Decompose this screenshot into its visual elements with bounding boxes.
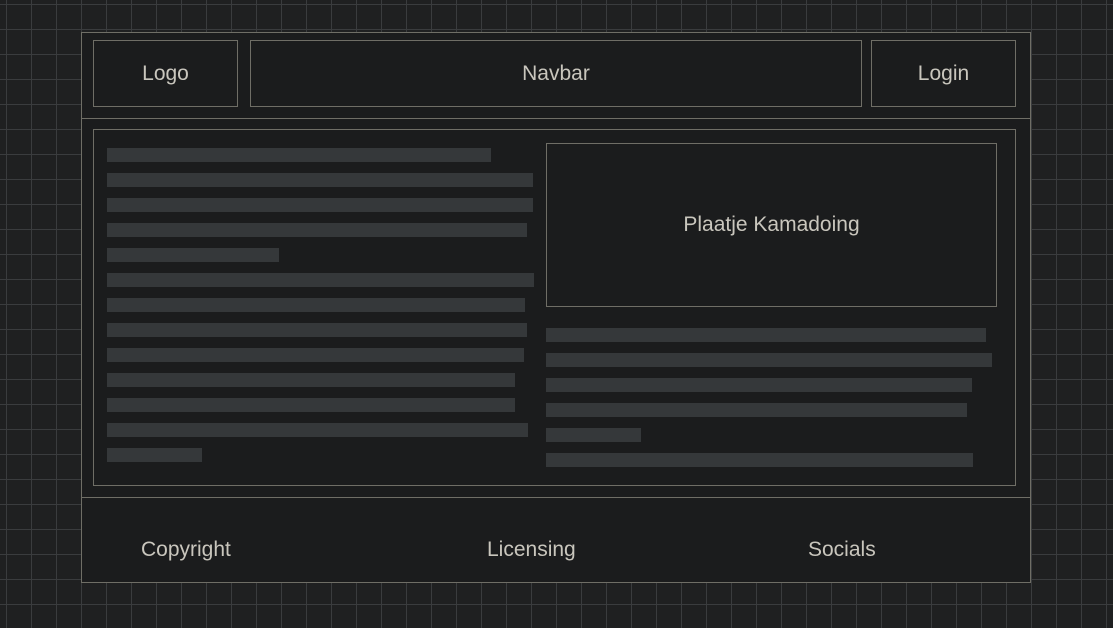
login-label: Login — [917, 61, 970, 85]
text-line-placeholder — [107, 298, 525, 312]
logo-label: Logo — [142, 61, 189, 85]
header-divider — [82, 118, 1030, 119]
text-line-placeholder — [546, 378, 972, 392]
wireframe-frame: Logo Navbar Login Plaatje Kamadoing Copy… — [81, 32, 1031, 583]
text-line-placeholder — [107, 448, 202, 462]
navbar-label: Navbar — [522, 61, 590, 85]
text-line-placeholder — [107, 248, 279, 262]
text-line-placeholder — [107, 373, 515, 387]
login-box[interactable]: Login — [871, 40, 1016, 107]
text-line-placeholder — [107, 348, 524, 362]
text-line-placeholder — [107, 198, 533, 212]
footer-licensing[interactable]: Licensing — [487, 539, 576, 560]
footer-socials[interactable]: Socials — [808, 539, 876, 560]
text-line-placeholder — [107, 398, 515, 412]
navbar-box[interactable]: Navbar — [250, 40, 862, 107]
text-line-placeholder — [107, 173, 533, 187]
logo-box[interactable]: Logo — [93, 40, 238, 107]
text-line-placeholder — [107, 273, 534, 287]
text-line-placeholder — [107, 223, 527, 237]
text-line-placeholder — [546, 353, 992, 367]
image-placeholder-label: Plaatje Kamadoing — [683, 213, 860, 236]
footer-divider — [82, 497, 1030, 498]
text-line-placeholder — [107, 148, 491, 162]
text-line-placeholder — [546, 428, 641, 442]
text-line-placeholder — [546, 328, 986, 342]
text-line-placeholder — [546, 403, 967, 417]
image-placeholder[interactable]: Plaatje Kamadoing — [546, 143, 997, 307]
text-line-placeholder — [107, 323, 527, 337]
text-line-placeholder — [546, 453, 973, 467]
text-line-placeholder — [107, 423, 528, 437]
footer-copyright[interactable]: Copyright — [141, 539, 231, 560]
